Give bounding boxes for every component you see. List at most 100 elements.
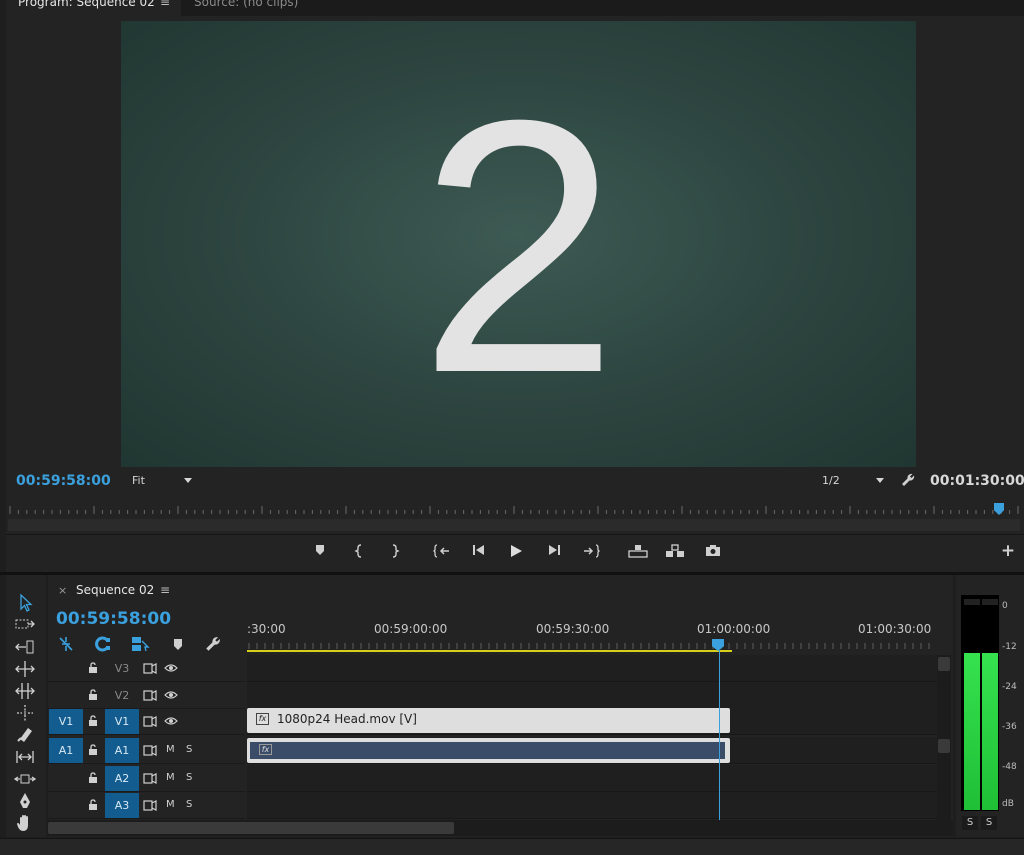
lock-icon[interactable] <box>88 689 98 701</box>
work-area-bar[interactable] <box>247 650 732 652</box>
button-editor-add-button[interactable]: + <box>998 541 1018 561</box>
scrollbar-thumb[interactable] <box>938 739 950 753</box>
sequence-tab[interactable]: × Sequence 02 ≡ <box>48 575 953 601</box>
track-area-a2[interactable] <box>247 765 937 792</box>
lock-icon[interactable] <box>88 715 98 727</box>
solo-button[interactable]: S <box>186 799 192 810</box>
step-forward-button[interactable] <box>544 541 564 561</box>
nest-toggle-button[interactable] <box>56 635 76 653</box>
sequence-name: Sequence 02 <box>76 583 155 597</box>
solo-left-button[interactable]: S <box>962 816 978 830</box>
export-frame-button[interactable] <box>703 541 723 561</box>
scrollbar-thumb[interactable] <box>48 822 454 834</box>
mute-button[interactable]: M <box>166 799 175 810</box>
extract-icon <box>666 544 684 557</box>
lift-button[interactable] <box>628 541 648 561</box>
lock-icon[interactable] <box>88 772 98 784</box>
sync-lock-icon[interactable] <box>143 745 157 756</box>
mute-button[interactable]: M <box>166 772 175 783</box>
track-area-v2[interactable] <box>247 682 937 709</box>
hand-tool[interactable] <box>14 813 36 833</box>
scrollbar-thumb[interactable] <box>938 657 950 671</box>
monitor-zoom-scrollbar[interactable] <box>8 519 1020 531</box>
ripple-edit-tool[interactable] <box>14 637 36 657</box>
track-target-a2[interactable]: A2 <box>105 766 139 791</box>
add-marker-button[interactable] <box>310 541 330 561</box>
solo-button[interactable]: S <box>186 744 192 755</box>
sync-lock-icon[interactable] <box>143 716 157 727</box>
track-target-v3[interactable]: V3 <box>105 656 139 681</box>
go-to-in-icon <box>433 544 449 558</box>
magnet-icon <box>95 636 110 652</box>
countdown-number: 2 <box>418 46 619 448</box>
fx-badge[interactable]: fx <box>256 713 269 725</box>
mark-out-button[interactable] <box>385 541 405 561</box>
mute-button[interactable]: M <box>166 744 175 755</box>
tab-menu-icon[interactable]: ≡ <box>160 583 170 597</box>
extract-button[interactable] <box>665 541 685 561</box>
lift-icon <box>628 545 648 558</box>
track-select-tool[interactable] <box>14 615 36 635</box>
track-header-v3: V3 <box>48 655 245 682</box>
sync-lock-icon[interactable] <box>143 800 157 811</box>
sync-lock-icon[interactable] <box>143 773 157 784</box>
go-to-in-button[interactable] <box>432 541 452 561</box>
wrench-icon[interactable] <box>900 472 916 488</box>
playback-resolution-dropdown[interactable]: 1/2 <box>822 474 884 490</box>
playhead-timecode[interactable]: 00:59:58:00 <box>16 473 111 489</box>
rate-stretch-tool[interactable] <box>14 681 36 701</box>
tab-source[interactable]: Source: (no clips) <box>182 0 310 16</box>
lock-icon[interactable] <box>88 799 98 811</box>
solo-right-button[interactable]: S <box>981 816 997 830</box>
source-patch-v1[interactable]: V1 <box>49 709 83 734</box>
tab-program[interactable]: Program: Sequence 02 ≡ <box>6 0 181 16</box>
pen-tool[interactable] <box>14 791 36 811</box>
track-area-a3[interactable] <box>247 792 937 819</box>
sync-lock-icon[interactable] <box>143 663 157 674</box>
sync-lock-icon[interactable] <box>143 690 157 701</box>
linked-selection-button[interactable] <box>130 635 150 653</box>
go-to-out-icon <box>584 544 600 558</box>
vertical-scrollbar[interactable] <box>937 655 951 820</box>
fx-badge[interactable]: fx <box>259 744 272 755</box>
slide-tool[interactable] <box>14 747 36 767</box>
audio-clip[interactable]: fx <box>247 738 730 763</box>
slide-edit-tool[interactable] <box>13 769 37 789</box>
sequence-timecode[interactable]: 00:59:58:00 <box>56 609 171 629</box>
zoom-level-dropdown[interactable]: Fit <box>132 474 192 490</box>
play-icon <box>511 545 522 557</box>
timeline-ruler[interactable]: :30:00 00:59:00:00 00:59:30:00 01:00:00:… <box>247 615 947 655</box>
track-target-a1[interactable]: A1 <box>105 738 139 763</box>
timeline-settings-button[interactable] <box>203 635 223 653</box>
resolution-value: 1/2 <box>822 474 840 487</box>
track-target-a3[interactable]: A3 <box>105 793 139 818</box>
tab-menu-icon[interactable]: ≡ <box>160 0 170 9</box>
close-icon[interactable]: × <box>58 584 67 597</box>
chevron-down-icon <box>184 478 192 483</box>
track-target-v2[interactable]: V2 <box>105 683 139 708</box>
source-patch-a1[interactable]: A1 <box>49 738 83 763</box>
selection-tool[interactable] <box>14 593 36 613</box>
track-area-v3[interactable] <box>247 655 937 682</box>
track-target-v1[interactable]: V1 <box>105 709 139 734</box>
go-to-out-button[interactable] <box>581 541 601 561</box>
lock-icon[interactable] <box>88 662 98 674</box>
snap-button[interactable] <box>93 635 113 653</box>
monitor-time-ruler[interactable] <box>6 499 1024 517</box>
solo-button[interactable]: S <box>186 772 192 783</box>
lock-icon[interactable] <box>88 744 98 756</box>
rolling-edit-tool[interactable] <box>14 659 36 679</box>
ruler-label: :30:00 <box>247 622 286 636</box>
mark-in-button[interactable] <box>349 541 369 561</box>
horizontal-scrollbar[interactable] <box>48 820 953 836</box>
video-clip[interactable]: fx 1080p24 Head.mov [V] <box>247 708 730 733</box>
add-marker-button[interactable] <box>168 635 188 653</box>
eye-icon[interactable] <box>164 690 178 700</box>
peak-indicator <box>964 599 980 605</box>
eye-icon[interactable] <box>164 663 178 673</box>
slip-tool[interactable] <box>14 725 36 745</box>
step-back-button[interactable] <box>469 541 489 561</box>
razor-tool[interactable] <box>14 703 36 723</box>
play-button[interactable] <box>506 541 526 561</box>
eye-icon[interactable] <box>164 716 178 726</box>
